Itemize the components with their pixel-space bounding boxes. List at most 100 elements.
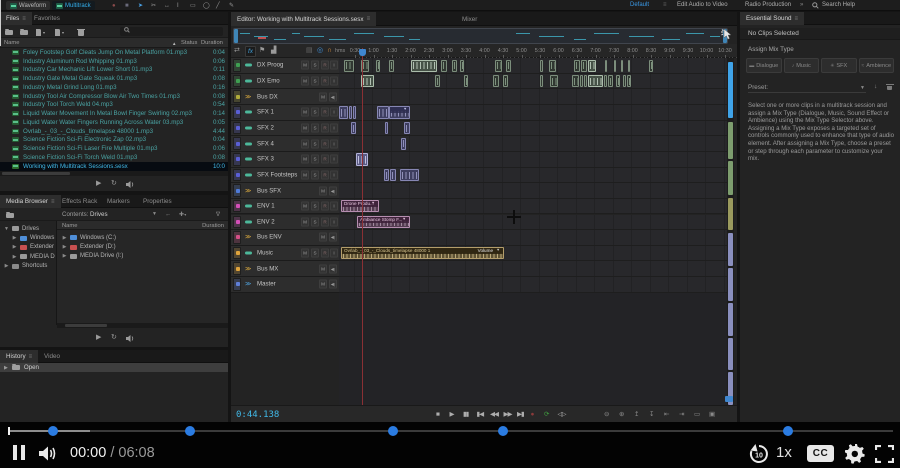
clip-menu-icon[interactable]: ▼ (371, 201, 375, 207)
media-hscrollbar[interactable] (57, 323, 228, 328)
clip[interactable] (628, 60, 630, 72)
record-arm-button[interactable]: R (321, 139, 329, 148)
twist-icon[interactable]: ▶ (12, 254, 17, 260)
tab-properties[interactable]: Properties (137, 195, 178, 208)
zoom-in-h-button[interactable]: ⊕ (619, 411, 624, 418)
record-button[interactable]: ● (531, 411, 534, 419)
clip-menu-icon[interactable]: ▼ (402, 217, 406, 223)
clip[interactable] (460, 60, 464, 72)
file-row[interactable]: Industry Tool Torch Weld 04.mp30:54 (0, 101, 228, 110)
global-solo-icon[interactable]: ◎ (317, 46, 323, 56)
mute-button[interactable]: M (319, 92, 327, 101)
track-color-scrollbar[interactable] (727, 58, 734, 420)
tab-video[interactable]: Video (38, 350, 66, 363)
column-status[interactable]: Status (181, 40, 197, 46)
slip-tool-icon[interactable]: ╱ (216, 2, 220, 10)
track-header-sfx-3[interactable]: SFX 3MSRI (231, 152, 339, 168)
file-row[interactable]: Science Fiction Sci-Fi Torch Weld 01.mp3… (0, 153, 228, 162)
fast-forward-button[interactable]: ▶▶ (504, 411, 512, 419)
solo-button[interactable]: S (311, 61, 319, 70)
chapter-dot[interactable] (783, 426, 793, 436)
twist-icon[interactable]: ▶ (62, 235, 67, 241)
history-entry-open[interactable]: ▶ Open (0, 363, 228, 372)
clip[interactable]: ▼ (389, 106, 410, 118)
razor-tool-icon[interactable]: ✂ (151, 2, 156, 10)
global-monitor-icon[interactable]: ∩ (327, 46, 332, 56)
media-tree-item[interactable]: ▶Windows (12, 233, 54, 242)
clip-ovrlab-03-clouds-timelapse-48000-1[interactable]: Ovrlab_-_03_-_Clouds_timelapse 48000 1Vo… (341, 247, 504, 259)
search-icon[interactable] (812, 2, 819, 9)
clip-volume-label[interactable]: Volume (478, 248, 493, 254)
solo-button[interactable]: S (311, 155, 319, 164)
preview-loop-button[interactable]: ↻ (111, 179, 117, 187)
track-lane-bus-dx[interactable] (339, 89, 727, 105)
zoom-full-button[interactable]: ▣ (709, 411, 715, 418)
monitor-button[interactable]: ◀) (329, 233, 337, 242)
record-arm-button[interactable]: R (321, 202, 329, 211)
input-monitor-button[interactable]: I (330, 155, 338, 164)
media-add-icon[interactable]: ✚▾ (179, 211, 186, 218)
tab-history[interactable]: History ≡ (0, 350, 38, 363)
media-tree-item[interactable]: ▶MEDIA D (12, 252, 55, 261)
media-list-header[interactable]: Name Duration (57, 221, 228, 230)
pause-button[interactable]: ▮▮ (463, 411, 468, 419)
closed-captions-button[interactable]: CC (807, 445, 834, 462)
mix-type-dialogue-button[interactable]: ▬Dialogue (746, 58, 782, 73)
pause-button[interactable] (13, 445, 25, 460)
record-arm-button[interactable]: R (321, 249, 329, 258)
mute-button[interactable]: M (319, 264, 327, 273)
media-tree-item[interactable]: ▼Drives (4, 224, 39, 233)
file-row[interactable]: Industry Car Mechanic Lift Lower Short 0… (0, 66, 228, 75)
clip[interactable] (649, 60, 653, 72)
twist-icon[interactable]: ▶ (62, 253, 67, 259)
media-list-item[interactable]: ▶Windows (C:) (62, 233, 116, 242)
editor-panel-menu-icon[interactable]: ≡ (367, 16, 371, 22)
monitor-button[interactable]: ◀) (329, 280, 337, 289)
play-button[interactable]: ▶ (450, 411, 454, 419)
track-lane-sfx-2[interactable] (339, 121, 727, 137)
record-arm-button[interactable]: R (321, 61, 329, 70)
track-header-dx-emo[interactable]: DX EmoMSRI (231, 74, 339, 90)
track-header-sfx-footsteps[interactable]: SFX FootstepsMSRI (231, 168, 339, 184)
chapter-dot[interactable] (388, 426, 398, 436)
clip[interactable] (627, 75, 631, 87)
record-arm-button[interactable]: R (321, 123, 329, 132)
clip[interactable] (401, 138, 406, 150)
mute-button[interactable]: M (301, 155, 309, 164)
clip[interactable] (623, 75, 626, 87)
files-column-header[interactable]: Name ▲ Status Duration (0, 38, 228, 48)
solo-button[interactable]: S (311, 139, 319, 148)
open-folder-icon[interactable] (5, 30, 13, 35)
clip-drone-produ-[interactable]: Drone Produ...▼ (341, 200, 379, 212)
track-header-music[interactable]: MusicMSRI (231, 246, 339, 262)
file-row[interactable]: Foley Footstep Golf Cleats Jump On Metal… (0, 48, 228, 57)
record-arm-button[interactable]: R (321, 170, 329, 179)
clip[interactable] (580, 75, 583, 87)
trash-icon[interactable] (78, 30, 84, 36)
solo-button[interactable]: S (311, 170, 319, 179)
fx-toggle-button[interactable]: fx (245, 46, 256, 57)
twist-icon[interactable]: ▼ (4, 226, 9, 232)
clip[interactable] (588, 60, 596, 72)
es-save-preset-icon[interactable]: ↓ (874, 83, 877, 90)
search-help-label[interactable]: Search Help (822, 2, 855, 8)
clip[interactable] (574, 60, 580, 72)
sort-ascending-icon[interactable]: ▲ (172, 41, 176, 46)
clip[interactable] (549, 60, 556, 72)
clip[interactable] (608, 75, 613, 87)
file-row[interactable]: Science Fiction Sci-Fi Laser Fire Multip… (0, 144, 228, 153)
mute-button[interactable]: M (301, 249, 309, 258)
media-hscrollbar-thumb[interactable] (65, 324, 107, 327)
global-mute-icon[interactable]: ▤ (306, 46, 313, 56)
timecode-display[interactable]: 0:44.138 (236, 410, 279, 420)
track-lane-bus-env[interactable] (339, 230, 727, 246)
file-row-selected[interactable]: Working with Multitrack Sessions.sesx10:… (0, 162, 228, 171)
media-list-item[interactable]: ▶Extender (D:) (62, 242, 116, 251)
clip[interactable] (493, 75, 499, 87)
clip[interactable] (411, 60, 437, 72)
input-monitor-button[interactable]: I (330, 108, 338, 117)
stop-button[interactable]: ■ (436, 411, 439, 419)
media-play-button[interactable]: ▶ (96, 333, 101, 341)
clip[interactable] (584, 75, 587, 87)
skip-selection-button[interactable]: ◁▷ (558, 411, 566, 419)
